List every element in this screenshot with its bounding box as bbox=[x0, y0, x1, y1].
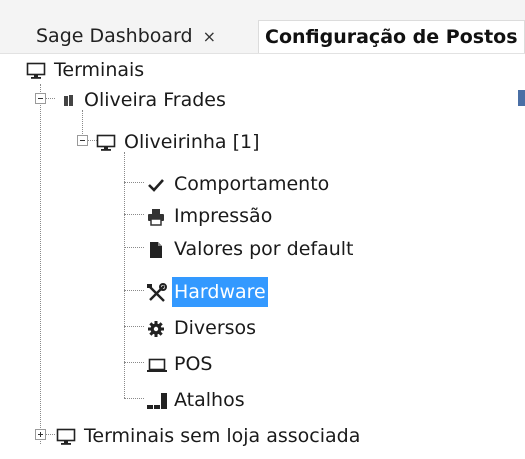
tree-node-label: Terminais bbox=[54, 58, 145, 81]
tree-connector bbox=[124, 290, 144, 291]
store-icon bbox=[62, 90, 76, 110]
tree-item-pos[interactable]: POS bbox=[146, 348, 214, 378]
tree-node-label: Oliveira Frades bbox=[84, 88, 226, 111]
tree-item-label: Diversos bbox=[174, 316, 257, 339]
tree-item-comportamento[interactable]: Comportamento bbox=[146, 168, 331, 198]
tree-connector bbox=[124, 214, 144, 215]
tree-node-label: Terminais sem loja associada bbox=[84, 424, 361, 447]
tree-item-label: Valores por default bbox=[174, 237, 354, 260]
tree-item-impressao[interactable]: Impressão bbox=[146, 200, 274, 230]
document-icon bbox=[146, 239, 166, 259]
tree-connector bbox=[124, 326, 144, 327]
tree-item-diversos[interactable]: Diversos bbox=[146, 312, 258, 342]
tree-node-terminais-sem-loja[interactable]: Terminais sem loja associada bbox=[56, 420, 362, 450]
expand-toggle[interactable] bbox=[35, 429, 46, 440]
printer-icon bbox=[146, 206, 166, 226]
tree-connector bbox=[124, 362, 144, 363]
tree-item-label: POS bbox=[174, 352, 213, 375]
monitor-icon bbox=[56, 426, 76, 446]
tree-node-terminais[interactable]: Terminais bbox=[26, 54, 146, 84]
tree-connector bbox=[124, 247, 144, 248]
tree-item-label: Atalhos bbox=[174, 388, 245, 411]
laptop-icon bbox=[146, 354, 167, 374]
gear-icon bbox=[146, 318, 166, 338]
tree-item-hardware[interactable]: Hardware bbox=[146, 276, 268, 307]
tree-node-label: Oliveirinha [1] bbox=[124, 130, 260, 153]
tab-bar: Sage Dashboard × Configuração de Postos bbox=[0, 0, 525, 54]
tree-node-oliveira-frades[interactable]: Oliveira Frades bbox=[62, 84, 228, 114]
checkmark-icon bbox=[146, 174, 166, 194]
monitor-icon bbox=[26, 60, 46, 80]
tree-item-atalhos[interactable]: Atalhos bbox=[146, 384, 247, 414]
tools-icon bbox=[146, 282, 167, 302]
tab-label: Sage Dashboard bbox=[36, 25, 193, 47]
close-icon[interactable]: × bbox=[203, 27, 216, 46]
bar-blocks-icon bbox=[146, 390, 167, 410]
collapse-toggle[interactable] bbox=[77, 135, 88, 146]
tab-configuracao-postos[interactable]: Configuração de Postos bbox=[258, 20, 525, 53]
tree-item-label-selected: Hardware bbox=[172, 276, 268, 307]
tree-connector bbox=[124, 398, 144, 399]
tree-item-label: Comportamento bbox=[174, 172, 330, 195]
tab-sage-dashboard[interactable]: Sage Dashboard × bbox=[36, 20, 216, 52]
tree-connector bbox=[40, 84, 41, 444]
tree-node-oliveirinha[interactable]: Oliveirinha [1] bbox=[96, 126, 262, 156]
tree-connector bbox=[124, 182, 144, 183]
monitor-icon bbox=[96, 132, 116, 152]
tree-item-label: Impressão bbox=[174, 204, 273, 227]
collapse-toggle[interactable] bbox=[35, 93, 46, 104]
terminals-tree: Terminais Oliveira Frades Oliveirinha [1… bbox=[0, 54, 525, 459]
tree-item-valores-por-default[interactable]: Valores por default bbox=[146, 233, 355, 263]
tab-label: Configuração de Postos bbox=[265, 26, 518, 48]
